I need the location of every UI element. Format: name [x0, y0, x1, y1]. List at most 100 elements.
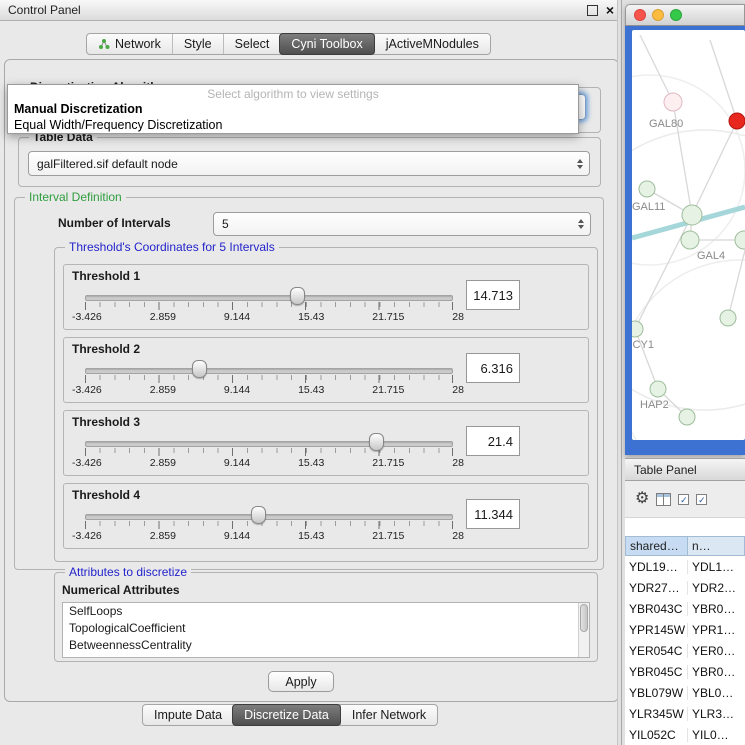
slider-scale: -3.426 2.859 9.144 15.43 21.715 28 — [72, 457, 464, 469]
slider-track[interactable] — [85, 514, 453, 520]
tab-label: Infer Network — [352, 708, 426, 722]
table-row[interactable]: YPR145W YPR1… — [625, 619, 745, 640]
table-cell[interactable]: YLR3… — [688, 707, 745, 721]
number-of-intervals-combo[interactable]: 5 — [213, 212, 591, 236]
panel-divider[interactable] — [621, 0, 622, 745]
minimize-traffic-light-icon[interactable] — [652, 9, 664, 21]
table-row[interactable]: YDR27… YDR2… — [625, 577, 745, 598]
column-header-shared-name[interactable]: shared… — [625, 536, 688, 556]
table-row[interactable]: YBR045C YBR0… — [625, 661, 745, 682]
tab-cyni-toolbox[interactable]: Cyni Toolbox — [279, 33, 374, 55]
table-row[interactable]: YER054C YER0… — [625, 640, 745, 661]
graph-node[interactable] — [632, 321, 643, 337]
scale-tick-label: 9.144 — [224, 384, 250, 396]
graph-node[interactable] — [682, 205, 702, 225]
slider-thumb[interactable] — [290, 287, 305, 305]
table-cell[interactable]: YIL052C — [625, 728, 688, 742]
graph-node-selected[interactable] — [729, 113, 745, 129]
apply-button[interactable]: Apply — [268, 671, 334, 692]
threshold-slider[interactable] — [85, 358, 453, 384]
table-cell[interactable]: YPR1… — [688, 623, 745, 637]
table-cell[interactable]: YPR145W — [625, 623, 688, 637]
table-data-combo[interactable]: galFiltered.sif default node — [28, 151, 590, 176]
list-scrollbar[interactable] — [578, 603, 589, 657]
tab-label: jActiveMNodules — [386, 37, 479, 51]
table-cell[interactable]: YBL079W — [625, 686, 688, 700]
threshold-slider[interactable] — [85, 285, 453, 311]
attribute-list-item[interactable]: SelfLoops — [63, 603, 589, 620]
tab-jactivemnodules[interactable]: jActiveMNodules — [374, 34, 490, 54]
tab-infer-network[interactable]: Infer Network — [340, 705, 437, 725]
tab-select[interactable]: Select — [223, 34, 281, 54]
threshold-panel: Threshold 4 -3.426 2.859 9.144 15.43 21.… — [63, 483, 589, 549]
attribute-list-item[interactable]: BetweennessCentrality — [63, 637, 589, 654]
scale-tick-label: 9.144 — [224, 530, 250, 542]
slider-major-ticks — [85, 521, 453, 529]
close-icon[interactable]: × — [606, 3, 614, 17]
slider-track[interactable] — [85, 295, 453, 301]
table-cell[interactable]: YBR045C — [625, 665, 688, 679]
table-cell[interactable]: YDR2… — [688, 581, 745, 595]
graph-node[interactable] — [639, 181, 655, 197]
select-all-checkbox-icon[interactable]: ✓ — [678, 494, 689, 505]
table-cell[interactable]: YDL1… — [688, 560, 745, 574]
gear-icon[interactable]: ⚙ — [635, 491, 649, 507]
table-cell[interactable]: YER054C — [625, 644, 688, 658]
slider-scale: -3.426 2.859 9.144 15.43 21.715 28 — [72, 311, 464, 323]
table-cell[interactable]: YBR043C — [625, 602, 688, 616]
slider-major-ticks — [85, 375, 453, 383]
threshold-label: Threshold 4 — [72, 488, 140, 502]
network-window-titlebar[interactable] — [625, 4, 745, 26]
graph-node[interactable] — [720, 310, 736, 326]
graph-node[interactable] — [679, 409, 695, 425]
columns-icon[interactable] — [656, 493, 671, 506]
list-scrollbar-thumb[interactable] — [580, 604, 588, 632]
table-cell[interactable]: YIL0… — [688, 728, 745, 742]
threshold-label: Threshold 2 — [72, 342, 140, 356]
threshold-value-field[interactable]: 6.316 — [466, 353, 520, 383]
float-window-icon[interactable] — [587, 5, 598, 16]
table-cell[interactable]: YLR345W — [625, 707, 688, 721]
table-row[interactable]: YIL052C YIL0… — [625, 724, 745, 745]
threshold-panel: Threshold 1 -3.426 2.859 9.144 15.43 21.… — [63, 264, 589, 330]
table-row[interactable]: YBL079W YBL0… — [625, 682, 745, 703]
table-cell[interactable]: YER0… — [688, 644, 745, 658]
slider-track[interactable] — [85, 368, 453, 374]
table-cell[interactable]: YDL19… — [625, 560, 688, 574]
tab-style[interactable]: Style — [172, 34, 223, 54]
slider-track[interactable] — [85, 441, 453, 447]
table-row[interactable]: YLR345W YLR3… — [625, 703, 745, 724]
threshold-value-field[interactable]: 21.4 — [466, 426, 520, 456]
slider-thumb[interactable] — [192, 360, 207, 378]
table-row[interactable]: YBR043C YBR0… — [625, 598, 745, 619]
graph-node[interactable] — [650, 381, 666, 397]
threshold-slider[interactable] — [85, 431, 453, 457]
zoom-traffic-light-icon[interactable] — [670, 9, 682, 21]
attribute-list-item[interactable]: TopologicalCoefficient — [63, 620, 589, 637]
graph-node[interactable] — [664, 93, 682, 111]
tab-discretize-data[interactable]: Discretize Data — [232, 704, 341, 726]
close-traffic-light-icon[interactable] — [634, 9, 646, 21]
table-cell[interactable]: YBL0… — [688, 686, 745, 700]
threshold-value-field[interactable]: 11.344 — [466, 499, 520, 529]
graph-node[interactable] — [735, 231, 745, 249]
table-cell[interactable]: YBR0… — [688, 602, 745, 616]
threshold-value-field[interactable]: 14.713 — [466, 280, 520, 310]
table-cell[interactable]: YDR27… — [625, 581, 688, 595]
dropdown-item-equal-width-frequency[interactable]: Equal Width/Frequency Discretization — [8, 117, 578, 133]
control-panel-title: Control Panel — [0, 3, 81, 17]
thresholds-group-title: Threshold's Coordinates for 5 Intervals — [65, 240, 279, 254]
tab-network[interactable]: Network — [87, 34, 172, 54]
slider-thumb[interactable] — [251, 506, 266, 524]
dropdown-item-manual-discretization[interactable]: Manual Discretization — [8, 101, 578, 117]
select-none-checkbox-icon[interactable]: ✓ — [696, 494, 707, 505]
slider-thumb[interactable] — [369, 433, 384, 451]
scale-tick-label: 28 — [452, 311, 464, 323]
network-canvas[interactable]: GAL80 GAL11 GAL4 GCY1 HAP2 — [632, 30, 745, 440]
threshold-slider[interactable] — [85, 504, 453, 530]
column-header-name[interactable]: n… — [688, 536, 745, 556]
table-row[interactable]: YDL19… YDL1… — [625, 556, 745, 577]
graph-node[interactable] — [681, 231, 699, 249]
table-cell[interactable]: YBR0… — [688, 665, 745, 679]
tab-impute-data[interactable]: Impute Data — [143, 705, 233, 725]
